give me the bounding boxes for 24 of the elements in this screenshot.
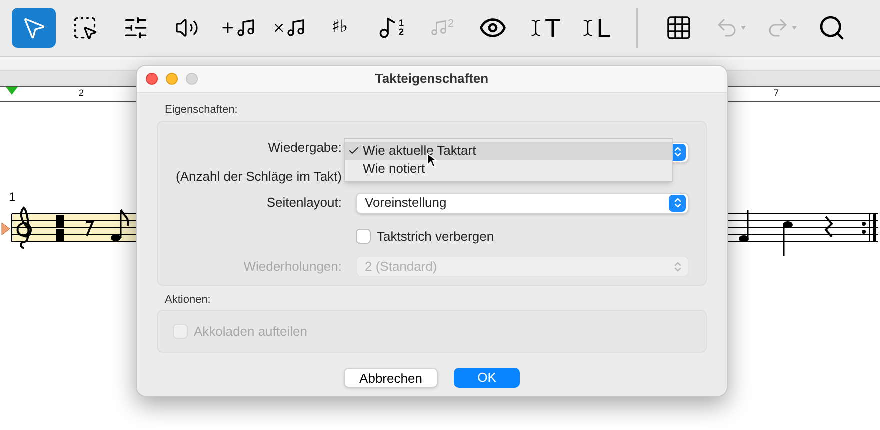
close-button[interactable] [146,73,158,85]
page-layout-popup[interactable]: Voreinstellung [356,192,689,214]
field-label: Seitenlayout: [266,194,343,212]
measure-number: 1 [9,189,16,206]
checkbox[interactable] [356,228,371,244]
ok-button[interactable]: OK [454,368,520,388]
group-label: Eigenschaften: [164,103,239,118]
ruler-label: 7 [774,87,780,100]
field-label: Wiedergabe: [267,138,343,157]
cancel-button[interactable]: Abbrechen [344,368,438,388]
ruler-label: 2 [79,87,84,100]
menu-item[interactable]: Wie notiert [345,160,672,178]
window-title: Takteigenschaften [375,70,489,88]
pointer-icon[interactable] [12,8,56,48]
menu-item[interactable]: Wie aktuelle Taktart [345,142,672,160]
group-label: Aktionen: [164,292,212,308]
minimize-button[interactable] [166,73,178,85]
stepper-icon [669,194,686,212]
accidentals-icon[interactable]: ♯♭ [318,8,362,48]
check-icon [348,144,360,156]
field-label: (Anzahl der Schläge im Takt) [175,168,343,186]
field-label: Wiederholungen: [242,258,343,276]
checkbox-label: Taktstrich verbergen [377,228,494,246]
checkbox-label: Akkoladen aufteilen [194,322,308,341]
